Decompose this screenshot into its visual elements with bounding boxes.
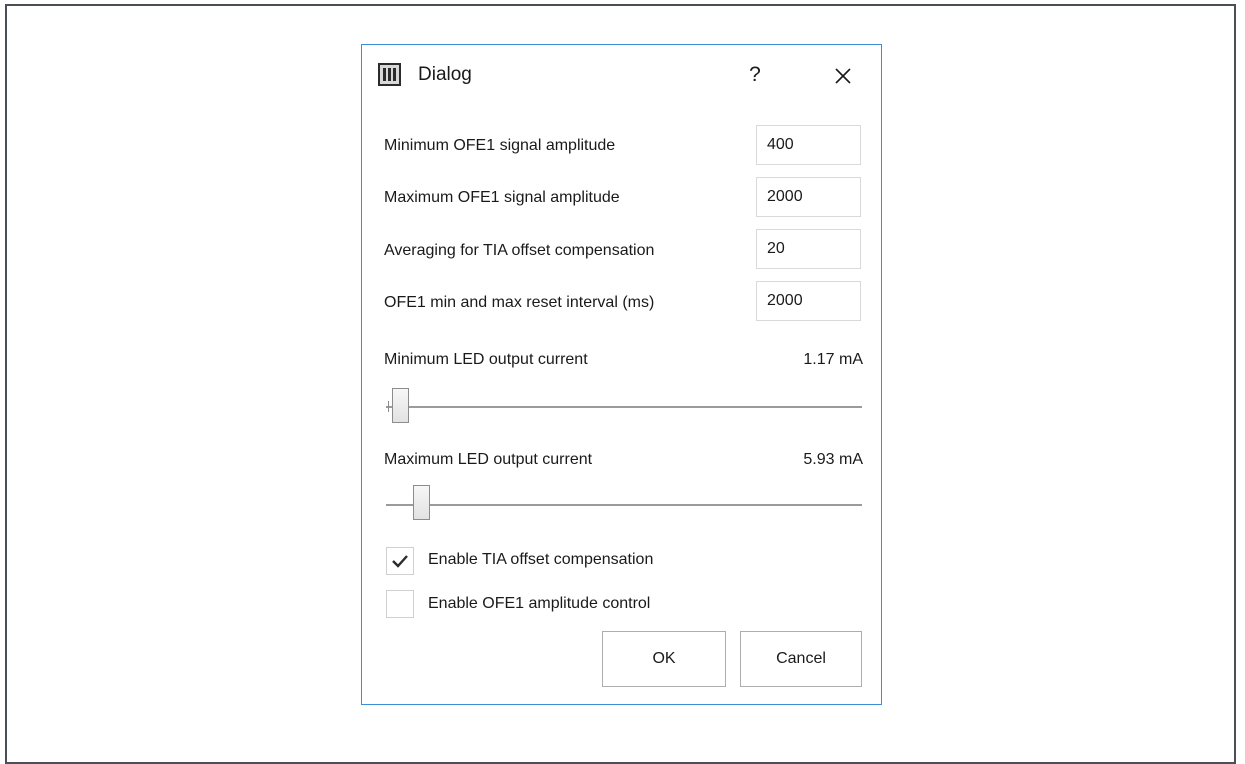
enable-amplitude-control-label: Enable OFE1 amplitude control [428, 595, 651, 612]
enable-tia-offset-checkbox[interactable] [386, 547, 414, 575]
enable-tia-offset-label: Enable TIA offset compensation [428, 551, 654, 568]
min-led-current-slider-handle[interactable] [392, 388, 409, 423]
title-bar: Dialog ? [362, 45, 881, 105]
max-amplitude-input[interactable]: 2000 [756, 177, 861, 217]
min-amplitude-label: Minimum OFE1 signal amplitude [384, 137, 616, 154]
close-button[interactable] [828, 61, 858, 91]
averaging-input[interactable]: 20 [756, 229, 861, 269]
help-button[interactable]: ? [740, 60, 770, 90]
max-amplitude-label: Maximum OFE1 signal amplitude [384, 189, 620, 206]
averaging-label: Averaging for TIA offset compensation [384, 242, 655, 259]
reset-interval-input[interactable]: 2000 [756, 281, 861, 321]
max-led-current-slider-handle[interactable] [413, 485, 430, 520]
min-led-current-value: 1.17 mA [803, 351, 863, 368]
min-led-current-slider-track[interactable] [386, 406, 862, 408]
reset-interval-label: OFE1 min and max reset interval (ms) [384, 294, 655, 311]
min-amplitude-input[interactable]: 400 [756, 125, 861, 165]
dialog-title: Dialog [418, 64, 472, 85]
ok-button[interactable]: OK [602, 631, 726, 687]
close-icon [835, 68, 851, 84]
app-logo-icon [378, 63, 401, 86]
min-led-current-label: Minimum LED output current [384, 351, 588, 368]
dialog-window: Dialog ? Minimum OFE1 signal amplitude 4… [361, 44, 882, 705]
cancel-button[interactable]: Cancel [740, 631, 862, 687]
checkmark-icon [392, 555, 408, 568]
max-led-current-slider-track[interactable] [386, 504, 862, 506]
max-led-current-value: 5.93 mA [803, 451, 863, 468]
max-led-current-label: Maximum LED output current [384, 451, 593, 468]
slider-tick [388, 401, 389, 412]
enable-amplitude-control-checkbox[interactable] [386, 590, 414, 618]
